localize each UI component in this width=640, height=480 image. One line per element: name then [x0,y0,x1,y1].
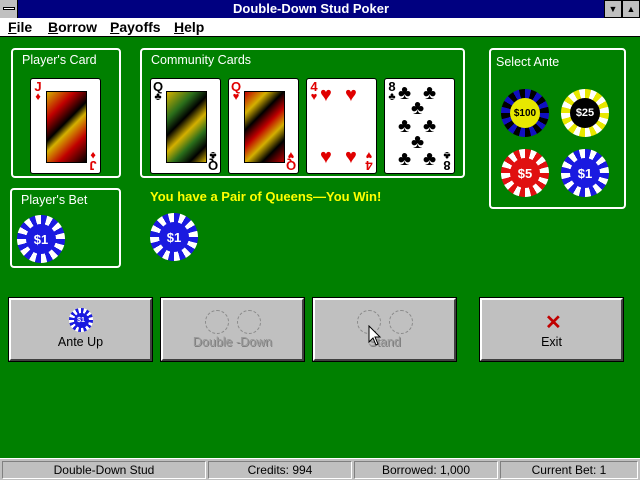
community-cards-label: Community Cards [151,53,252,67]
community-card-1: Q ♣ Q ♣ [150,78,221,174]
ante-chip-icon-label: $1 [73,312,89,328]
exit-label: Exit [541,335,562,349]
double-down-button[interactable]: Double -Down [160,297,305,362]
title-bar: Double-Down Stud Poker ▼ ▲ [0,0,640,18]
club-pip-icon: ♣ [398,148,412,170]
window-title: Double-Down Stud Poker [233,1,389,16]
club-pip-icon: ♣ [398,115,412,137]
heart-pip-icon: ♥ [345,146,357,168]
maximize-icon: ▲ [626,4,636,14]
club-pip-icon: ♣ [423,82,437,104]
bet-chip-label: $1 [26,224,56,254]
heart-pip-icon: ♥ [320,84,332,106]
status-borrowed: Borrowed: 1,000 [354,461,498,479]
stand-button[interactable]: Stand [312,297,457,362]
menu-file[interactable]: File [8,19,32,35]
exit-button[interactable]: ✕ Exit [479,297,624,362]
status-current-bet: Current Bet: 1 [500,461,638,479]
queen-face-art [244,91,285,163]
player-card: J ♦ J ♦ [30,78,101,174]
heart-pip-icon: ♥ [345,84,357,106]
menu-bar: File Borrow Payoffs Help [0,18,640,37]
player-card-panel: Player's Card J ♦ J ♦ [11,48,121,178]
chip-5-label: $5 [510,158,540,188]
minimize-button[interactable]: ▼ [604,0,622,18]
result-message: You have a Pair of Queens—You Win! [150,189,382,204]
community-card-2: Q ♥ Q ♥ [228,78,299,174]
ante-chip-icon: $1 [69,308,93,332]
system-menu-button[interactable] [0,0,18,18]
club-pip-icon: ♣ [423,148,437,170]
table-chip-label: $1 [159,222,189,252]
community-cards-panel: Community Cards Q ♣ Q ♣ Q ♥ Q ♥ 4 ♥ ♥ ♥ ♥ ♥ 4… [140,48,465,178]
chip-1-label: $1 [570,158,600,188]
community-card-3: 4 ♥ ♥ ♥ ♥ ♥ 4 ♥ [306,78,377,174]
chip-100-label: $100 [510,98,540,128]
club-pip-icon: ♣ [423,115,437,137]
status-bar: Double-Down Stud Credits: 994 Borrowed: … [0,458,640,480]
heart-pip-icon: ♥ [320,146,332,168]
club-pip-icon: ♣ [398,82,412,104]
player-card-label: Player's Card [22,53,97,67]
minimize-icon: ▼ [608,4,618,14]
game-window: Double-Down Stud Poker ▼ ▲ File Borrow P… [0,0,640,480]
queen-face-art [166,91,207,163]
club-icon: ♣ [443,149,451,161]
player-bet-label: Player's Bet [21,193,88,207]
chip-1[interactable]: $1 [561,149,609,197]
system-menu-icon [3,7,15,10]
status-credits: Credits: 994 [208,461,352,479]
maximize-button[interactable]: ▲ [622,0,640,18]
chip-outline-icon [389,310,413,334]
table-chip: $1 [150,213,198,261]
ante-up-button[interactable]: $1 Ante Up [8,297,153,362]
close-x-icon: ✕ [545,312,562,334]
select-ante-panel: Select Ante $100 $25 $5 $1 [489,48,626,209]
chip-100[interactable]: $100 [501,89,549,137]
club-icon: ♣ [388,91,396,103]
player-bet-panel: Player's Bet $1 [10,188,121,268]
community-card-4: 8 ♣ ♣ ♣ ♣ ♣ ♣ ♣ ♣ ♣ 8 ♣ [384,78,455,174]
status-game-name: Double-Down Stud [2,461,206,479]
double-down-label: Double -Down [192,335,273,349]
heart-icon: ♥ [365,149,373,161]
select-ante-label: Select Ante [496,55,560,69]
menu-help[interactable]: Help [174,19,204,35]
chip-outline-icon [205,310,229,334]
chip-25[interactable]: $25 [561,89,609,137]
stand-label: Stand [368,335,401,349]
bet-chip: $1 [17,215,65,263]
menu-payoffs[interactable]: Payoffs [110,19,161,35]
ante-up-label: Ante Up [57,335,104,349]
chip-5[interactable]: $5 [501,149,549,197]
jack-face-art [46,91,87,163]
mouse-pointer-icon [368,325,382,346]
menu-borrow[interactable]: Borrow [48,19,97,35]
chip-25-label: $25 [570,98,600,128]
chip-outline-icon [237,310,261,334]
